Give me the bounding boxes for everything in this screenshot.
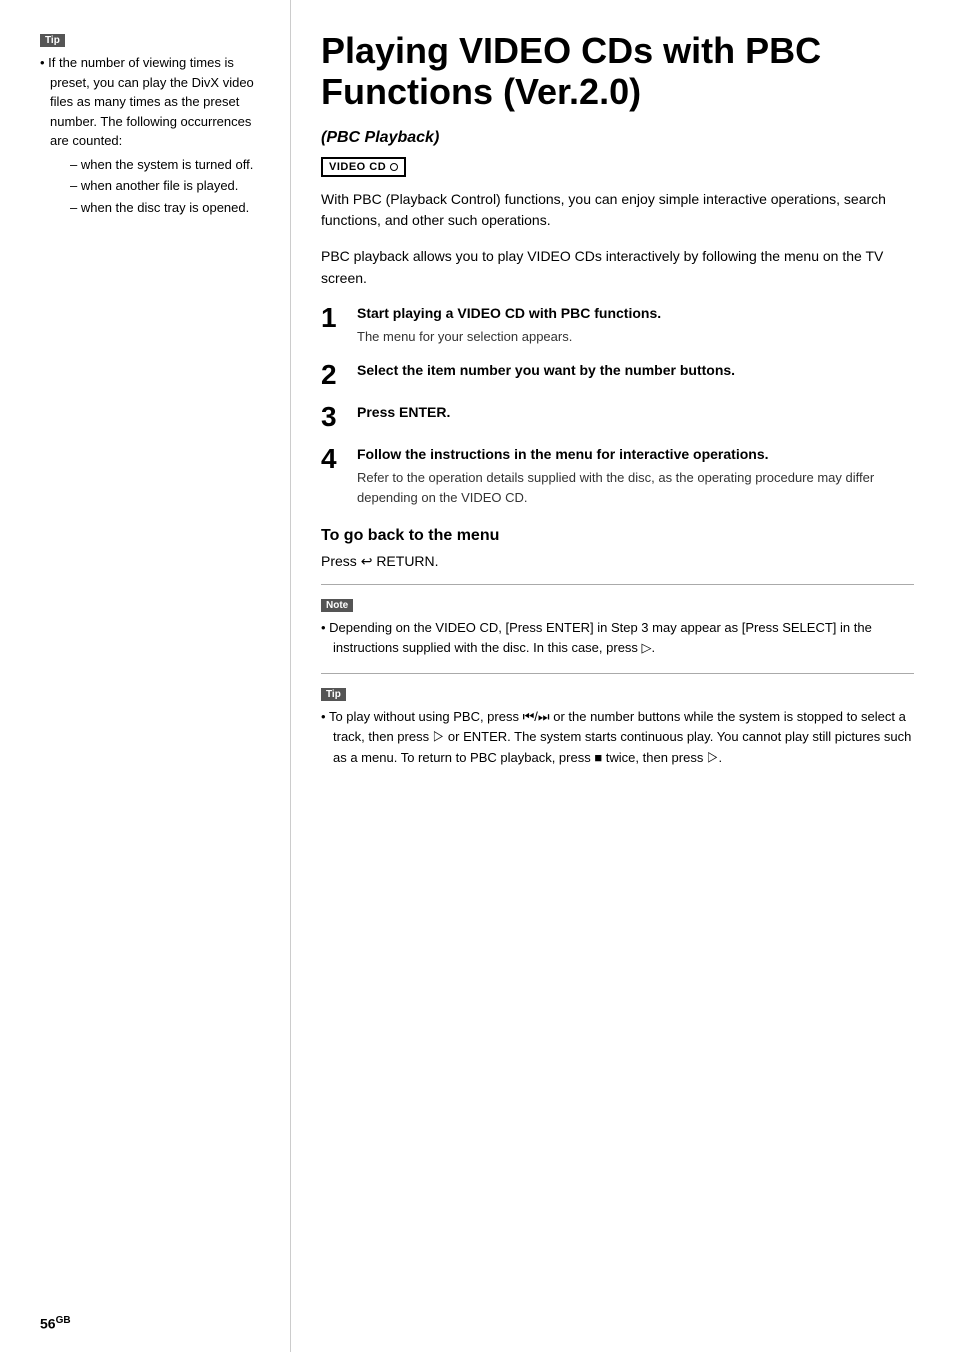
step-4-content: Follow the instructions in the menu for … <box>357 445 914 508</box>
divider-2 <box>321 673 914 674</box>
return-text: Press ↩ RETURN. <box>321 553 914 570</box>
step-4: 4 Follow the instructions in the menu fo… <box>321 445 914 508</box>
step-3-title: Press ENTER. <box>357 403 914 423</box>
step-4-title: Follow the instructions in the menu for … <box>357 445 914 465</box>
step-2-content: Select the item number you want by the n… <box>357 361 914 385</box>
right-column: Playing VIDEO CDs with PBC Functions (Ve… <box>290 0 954 1352</box>
return-icon: ↩ <box>361 553 373 570</box>
tip-badge-right: Tip <box>321 688 346 701</box>
divider <box>321 584 914 585</box>
sub-item-1: when the system is turned off. <box>70 155 270 175</box>
cd-dot-icon <box>390 163 398 171</box>
tip-main-item: If the number of viewing times is preset… <box>40 53 270 217</box>
go-back-heading: To go back to the menu <box>321 527 914 545</box>
step-1-content: Start playing a VIDEO CD with PBC functi… <box>357 304 914 347</box>
page-number: 56GB <box>40 1315 71 1332</box>
step-3: 3 Press ENTER. <box>321 403 914 431</box>
step-1-desc: The menu for your selection appears. <box>357 327 914 347</box>
page-suffix: GB <box>56 1315 71 1326</box>
right-tip-item-1: To play without using PBC, press ⏮/⏭ or … <box>321 707 914 767</box>
step-number-4: 4 <box>321 445 357 473</box>
right-tip-section: Tip To play without using PBC, press ⏮/⏭… <box>321 684 914 767</box>
section-subtitle: (PBC Playback) <box>321 129 914 147</box>
sub-item-2: when another file is played. <box>70 176 270 196</box>
step-number-2: 2 <box>321 361 357 389</box>
left-tip-content: If the number of viewing times is preset… <box>40 53 270 217</box>
note-badge: Note <box>321 599 353 612</box>
page-container: Tip If the number of viewing times is pr… <box>0 0 954 1352</box>
step-4-desc: Refer to the operation details supplied … <box>357 468 914 507</box>
intro-para-1: With PBC (Playback Control) functions, y… <box>321 189 914 232</box>
step-3-content: Press ENTER. <box>357 403 914 427</box>
sub-item-3: when the disc tray is opened. <box>70 198 270 218</box>
note-item-1: Depending on the VIDEO CD, [Press ENTER]… <box>321 618 914 657</box>
step-2: 2 Select the item number you want by the… <box>321 361 914 389</box>
step-number-3: 3 <box>321 403 357 431</box>
page-title: Playing VIDEO CDs with PBC Functions (Ve… <box>321 30 914 113</box>
video-cd-badge: VIDEO CD <box>321 157 406 177</box>
step-number-1: 1 <box>321 304 357 332</box>
step-1-title: Start playing a VIDEO CD with PBC functi… <box>357 304 914 324</box>
note-section: Note Depending on the VIDEO CD, [Press E… <box>321 595 914 657</box>
left-tip-section: Tip If the number of viewing times is pr… <box>40 30 270 217</box>
step-2-title: Select the item number you want by the n… <box>357 361 914 381</box>
right-tip-content: To play without using PBC, press ⏮/⏭ or … <box>321 707 914 767</box>
steps-list: 1 Start playing a VIDEO CD with PBC func… <box>321 304 914 508</box>
tip-sub-list: when the system is turned off. when anot… <box>50 155 270 218</box>
step-1: 1 Start playing a VIDEO CD with PBC func… <box>321 304 914 347</box>
tip-badge-left: Tip <box>40 34 65 47</box>
left-column: Tip If the number of viewing times is pr… <box>0 0 290 1352</box>
note-content: Depending on the VIDEO CD, [Press ENTER]… <box>321 618 914 657</box>
intro-para-2: PBC playback allows you to play VIDEO CD… <box>321 246 914 289</box>
